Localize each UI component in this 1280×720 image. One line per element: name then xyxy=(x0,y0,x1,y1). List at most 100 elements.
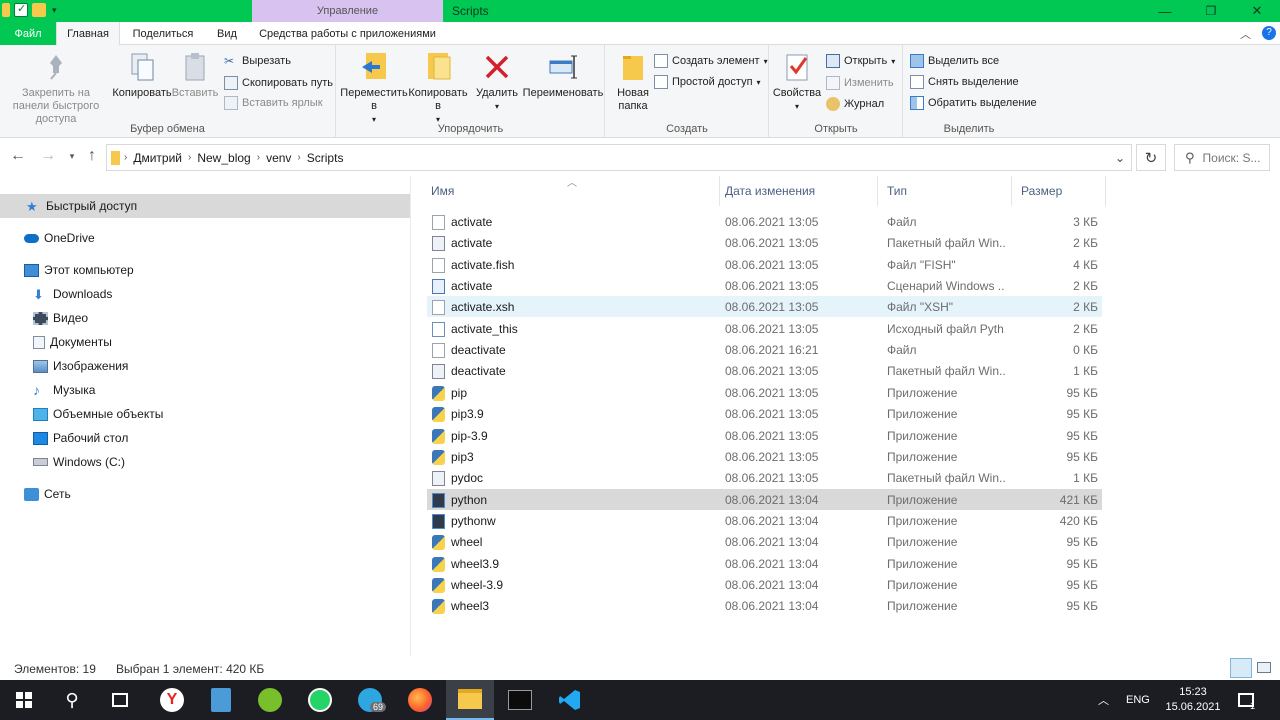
search-button[interactable]: ⚲ xyxy=(48,680,96,720)
sidebar-item-quick-access[interactable]: ★ Быстрый доступ xyxy=(0,194,410,218)
forward-arrow-icon[interactable]: → xyxy=(38,147,58,165)
sidebar-item-videos[interactable]: Видео xyxy=(0,306,410,330)
taskbar-calculator[interactable] xyxy=(197,680,245,720)
easy-access-button[interactable]: Простой доступ ▾ xyxy=(654,73,761,91)
copy-button[interactable]: Копировать xyxy=(112,51,172,100)
address-bar[interactable]: › Дмитрий › New_blog › venv › Scripts ⌄ xyxy=(106,144,1132,171)
sidebar-item-3d-objects[interactable]: Объемные объекты xyxy=(0,402,410,426)
paste-shortcut-button[interactable]: Вставить ярлык xyxy=(224,94,323,112)
tab-share[interactable]: Поделиться xyxy=(122,22,204,45)
tab-home[interactable]: Главная xyxy=(56,22,120,46)
file-row[interactable]: pydoc 08.06.2021 13:05 Пакетный файл Win..… xyxy=(427,467,1102,488)
file-row[interactable]: activate 08.06.2021 13:05 Сценарий Windows… xyxy=(427,275,1102,296)
file-row[interactable]: activate_this 08.06.2021 13:05 Исходный фа… xyxy=(427,318,1102,339)
taskbar-telegram[interactable]: 69 xyxy=(346,680,394,720)
new-folder-button[interactable]: Новая папка xyxy=(610,51,656,113)
new-folder-icon[interactable] xyxy=(32,3,46,17)
help-icon[interactable]: ? xyxy=(1262,26,1276,40)
taskbar-terminal[interactable] xyxy=(496,680,544,720)
sidebar-item-desktop[interactable]: Рабочий стол xyxy=(0,426,410,450)
paste-button[interactable]: Вставить xyxy=(172,51,218,100)
breadcrumb-item[interactable]: venv xyxy=(266,151,291,165)
breadcrumb-item[interactable]: Дмитрий xyxy=(133,151,182,165)
notification-center-icon[interactable]: 1 xyxy=(1238,680,1255,720)
collapse-ribbon-icon[interactable]: ︿ xyxy=(1240,26,1251,42)
column-header-name[interactable]: Имя xyxy=(422,176,720,206)
taskbar-vscode[interactable] xyxy=(546,680,594,720)
up-arrow-icon[interactable]: ↑ xyxy=(82,147,102,165)
breadcrumb-item[interactable]: Scripts xyxy=(307,151,344,165)
chevron-down-icon[interactable]: ▾ xyxy=(52,5,57,16)
sidebar-item-network[interactable]: Сеть xyxy=(0,482,410,506)
file-row[interactable]: deactivate 08.06.2021 16:21 Файл 0 КБ xyxy=(427,339,1102,360)
new-item-button[interactable]: Создать элемент ▾ xyxy=(654,52,768,70)
file-row[interactable]: pip-3.9 08.06.2021 13:05 Приложение 95 КБ xyxy=(427,425,1102,446)
large-icons-view-icon[interactable] xyxy=(1257,662,1271,673)
restore-button[interactable]: ❐ xyxy=(1188,0,1234,22)
invert-selection-button[interactable]: Обратить выделение xyxy=(910,94,1037,112)
file-row[interactable]: wheel3.9 08.06.2021 13:04 Приложение 95 КБ xyxy=(427,553,1102,574)
taskbar-whatsapp[interactable] xyxy=(296,680,344,720)
chevron-right-icon[interactable]: › xyxy=(297,152,300,163)
copy-to-button[interactable]: Копировать в ▾ xyxy=(407,51,469,126)
pin-quick-access-button[interactable]: Закрепить на панели быстрого доступа xyxy=(6,51,106,126)
column-header-date[interactable]: Дата изменения xyxy=(716,176,878,206)
file-row[interactable]: pip 08.06.2021 13:05 Приложение 95 КБ xyxy=(427,382,1102,403)
sidebar-item-music[interactable]: ♪ Музыка xyxy=(0,378,410,402)
back-arrow-icon[interactable]: ← xyxy=(8,147,28,165)
sidebar-item-downloads[interactable]: ⬇ Downloads xyxy=(0,282,410,306)
column-header-type[interactable]: Тип xyxy=(878,176,1012,206)
cut-button[interactable]: ✂ Вырезать xyxy=(224,52,291,70)
taskbar-file-explorer[interactable] xyxy=(446,680,494,720)
history-button[interactable]: Журнал xyxy=(826,95,884,113)
file-row[interactable]: python 08.06.2021 13:04 Приложение 421 КБ xyxy=(427,488,1102,510)
tab-file[interactable]: Файл xyxy=(0,22,56,45)
clock[interactable]: 15:23 15.06.2021 xyxy=(1160,680,1226,720)
select-none-button[interactable]: Снять выделение xyxy=(910,73,1019,91)
properties-button[interactable]: Свойства ▾ xyxy=(772,51,822,113)
file-row[interactable]: pythonw 08.06.2021 13:04 Приложение 420 КБ xyxy=(427,510,1102,531)
file-row[interactable]: wheel3 08.06.2021 13:04 Приложение 95 КБ xyxy=(427,595,1102,616)
edit-button[interactable]: Изменить xyxy=(826,74,894,92)
start-button[interactable] xyxy=(0,680,48,720)
refresh-icon[interactable]: ↻ xyxy=(1136,144,1166,171)
address-dropdown-icon[interactable]: ⌄ xyxy=(1115,151,1125,165)
file-row[interactable]: pip3.9 08.06.2021 13:05 Приложение 95 КБ xyxy=(427,403,1102,424)
search-input[interactable]: ⚲ Поиск: S... xyxy=(1174,144,1270,171)
copy-path-button[interactable]: Скопировать путь xyxy=(224,74,333,92)
sidebar-item-pictures[interactable]: Изображения xyxy=(0,354,410,378)
sidebar-item-documents[interactable]: Документы xyxy=(0,330,410,354)
minimize-button[interactable]: — xyxy=(1142,0,1188,22)
taskbar-utorrent[interactable] xyxy=(246,680,294,720)
file-row[interactable]: activate 08.06.2021 13:05 Пакетный файл Wi… xyxy=(427,232,1102,253)
file-row[interactable]: activate.fish 08.06.2021 13:05 Файл "FISH"… xyxy=(427,254,1102,275)
file-row[interactable]: pip3 08.06.2021 13:05 Приложение 95 КБ xyxy=(427,446,1102,467)
sidebar-item-onedrive[interactable]: OneDrive xyxy=(0,226,410,250)
details-view-icon[interactable] xyxy=(1230,658,1252,678)
task-view-button[interactable] xyxy=(96,680,144,720)
breadcrumb-item[interactable]: New_blog xyxy=(197,151,250,165)
tab-view[interactable]: Вид xyxy=(206,22,248,45)
select-all-button[interactable]: Выделить все xyxy=(910,52,999,70)
tab-app-tools[interactable]: Средства работы с приложениями xyxy=(252,22,443,45)
recent-locations-chevron-icon[interactable]: ▾ xyxy=(62,151,82,162)
tray-overflow-chevron-icon[interactable]: ︿ xyxy=(1098,680,1109,720)
file-row[interactable]: deactivate 08.06.2021 13:05 Пакетный файл … xyxy=(427,360,1102,381)
close-button[interactable]: ✕ xyxy=(1234,0,1280,22)
file-row[interactable]: wheel-3.9 08.06.2021 13:04 Приложение 95 КБ xyxy=(427,574,1102,595)
move-to-button[interactable]: Переместить в ▾ xyxy=(340,51,408,126)
taskbar-yandex[interactable]: Y xyxy=(148,680,196,720)
rename-button[interactable]: Переименовать xyxy=(521,51,605,100)
context-tab-manage[interactable]: Управление xyxy=(252,0,443,22)
sidebar-item-this-pc[interactable]: Этот компьютер xyxy=(0,258,410,282)
properties-check-icon[interactable]: ✓ xyxy=(14,3,28,17)
column-header-size[interactable]: Размер xyxy=(1012,176,1106,206)
delete-button[interactable]: Удалить ▾ xyxy=(473,51,521,113)
taskbar-firefox[interactable] xyxy=(396,680,444,720)
chevron-right-icon[interactable]: › xyxy=(188,152,191,163)
folder-icon[interactable] xyxy=(2,3,10,17)
file-row[interactable]: activate 08.06.2021 13:05 Файл 3 КБ xyxy=(427,211,1102,232)
input-language[interactable]: ENG xyxy=(1126,680,1150,720)
sidebar-item-drive-c[interactable]: Windows (C:) xyxy=(0,450,410,474)
chevron-right-icon[interactable]: › xyxy=(257,152,260,163)
